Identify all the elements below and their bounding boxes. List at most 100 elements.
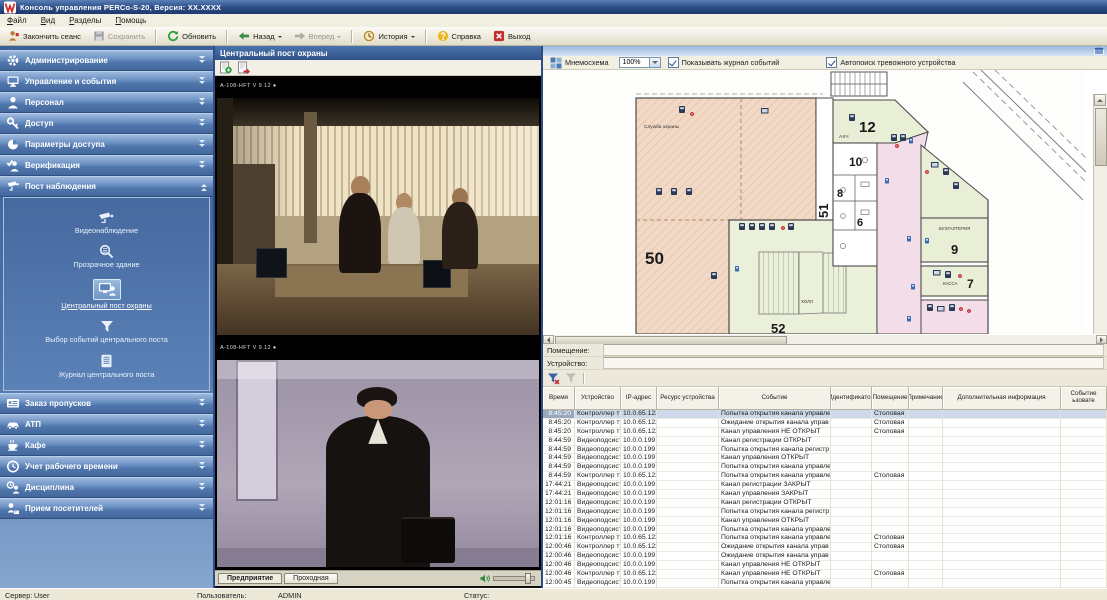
save-button[interactable]: Сохранить — [88, 28, 150, 44]
end-session-button[interactable]: Закончить сеанс — [3, 28, 86, 44]
table-row[interactable]: 8:45:20 Контроллер тур 10.0.65.122 Канал… — [543, 428, 1107, 437]
clear-filter-icon[interactable] — [565, 372, 578, 385]
scroll-up-button[interactable] — [1094, 94, 1106, 106]
sidebar-item-personnel[interactable]: Персонал — [0, 92, 213, 112]
sidebar-item-access-parameters[interactable]: Параметры доступа — [0, 134, 213, 154]
subitem-transparent-building[interactable]: Прозрачное здание — [73, 244, 139, 269]
chevron-double-up-icon — [199, 182, 207, 191]
table-row[interactable]: 12:00:46 Видеоподсистем 10.0.0.199 Ожида… — [543, 552, 1107, 561]
export-record-icon[interactable] — [237, 61, 250, 74]
table-row[interactable]: 8:44:59 Видеоподсистем 10.0.0.199 Попытк… — [543, 446, 1107, 455]
menu-file[interactable]: Файл — [0, 15, 34, 26]
autosearch-checkbox-wrap: Автопоиск тревожного устройства — [826, 57, 955, 68]
history-button[interactable]: История — [358, 28, 419, 44]
table-row[interactable]: 12:00:46 Видеоподсистем 10.0.0.199 Канал… — [543, 561, 1107, 570]
sidebar-item-verification[interactable]: Верификация — [0, 155, 213, 175]
sidebar-item-cafe[interactable]: Кафе — [0, 435, 213, 455]
chevron-double-down-icon — [199, 119, 207, 128]
room-label-hall: ХОЛЛ — [801, 299, 813, 304]
camera-view-corridor[interactable]: A-108-HFT V 9.12 ● — [215, 338, 541, 570]
table-row[interactable]: 8:44:59 Контроллер тур 10.0.65.122 Попыт… — [543, 472, 1107, 481]
sidebar-item-access[interactable]: Доступ — [0, 113, 213, 133]
table-row[interactable]: 8:44:59 Видеоподсистем 10.0.0.199 Канал … — [543, 454, 1107, 463]
mnemoscheme-icon — [550, 57, 562, 69]
col-header-extra-info[interactable]: Дополнительная информация — [943, 387, 1061, 410]
sidebar-item-observation-post[interactable]: Пост наблюдения — [0, 176, 213, 196]
col-header-note[interactable]: Примечание — [909, 387, 943, 410]
menu-help[interactable]: Помощь — [108, 15, 153, 26]
tab-entrance[interactable]: Проходная — [284, 573, 338, 584]
table-row[interactable]: 12:01:16 Видеоподсистем 10.0.0.199 Канал… — [543, 517, 1107, 526]
camera-view-office[interactable]: A-108-HFT V 9.12 ● — [215, 76, 541, 338]
table-row[interactable]: 8:44:59 Видеоподсистем 10.0.0.199 Канал … — [543, 437, 1107, 446]
floor-plan[interactable]: Служба охраны 50 51 12 АХЧ — [543, 70, 1086, 334]
col-header-event[interactable]: Событие — [719, 387, 831, 410]
col-header-user-event[interactable]: Событие ьзовате — [1061, 387, 1107, 410]
zoom-dropdown-arrow[interactable] — [649, 58, 660, 67]
forward-arrow-icon — [294, 30, 306, 42]
open-record-icon[interactable] — [219, 61, 232, 74]
col-header-device[interactable]: Устройство — [575, 387, 621, 410]
table-row[interactable]: 12:00:45 Видеоподсистем 10.0.0.199 Попыт… — [543, 579, 1107, 588]
table-row[interactable]: 12:01:16 Видеоподсистем 10.0.0.199 Канал… — [543, 499, 1107, 508]
table-row[interactable]: 17:44:21 Видеоподсистем 10.0.0.199 Канал… — [543, 481, 1107, 490]
menu-sections[interactable]: Разделы — [62, 15, 108, 26]
tab-enterprise[interactable]: Предприятие — [218, 573, 282, 584]
device-icon[interactable] — [849, 114, 855, 121]
table-row[interactable]: 12:01:16 Видеоподсистем 10.0.0.199 Попыт… — [543, 508, 1107, 517]
history-dropdown-arrow[interactable] — [411, 36, 415, 40]
col-header-room[interactable]: Помещение — [872, 387, 909, 410]
col-header-identifier[interactable]: Идентификатор — [831, 387, 872, 410]
sidebar-item-time-tracking[interactable]: Учет рабочего времени — [0, 456, 213, 476]
chevron-double-down-icon — [199, 483, 207, 492]
table-row[interactable]: 12:01:16 Видеоподсистем 10.0.0.199 Попыт… — [543, 526, 1107, 535]
show-log-checkbox[interactable] — [668, 57, 679, 68]
sidebar-item-management-events[interactable]: Управление и события — [0, 71, 213, 91]
sidebar-item-discipline[interactable]: Дисциплина — [0, 477, 213, 497]
table-row[interactable]: 12:00:46 Контроллер тур 10.0.65.122 Кана… — [543, 570, 1107, 579]
dock-panel-icon[interactable] — [1094, 47, 1104, 55]
autosearch-checkbox[interactable] — [826, 57, 837, 68]
subitem-central-guard-post[interactable]: Центральный пост охраны — [61, 279, 151, 310]
back-dropdown-arrow[interactable] — [278, 36, 282, 40]
document-log-icon — [100, 354, 113, 369]
forward-dropdown-arrow[interactable] — [337, 36, 341, 40]
mnemoscheme-button[interactable]: Мнемосхема — [547, 56, 612, 70]
filter-icon[interactable] — [547, 372, 560, 385]
scroll-right-button[interactable] — [1096, 335, 1107, 344]
forward-button[interactable]: Вперед — [289, 28, 347, 44]
speaker-icon[interactable] — [480, 574, 490, 583]
menu-view[interactable]: Вид — [34, 15, 62, 26]
device-field[interactable] — [603, 357, 1104, 369]
refresh-button[interactable]: Обновить — [162, 28, 221, 44]
server-label: Сервер: — [5, 591, 32, 600]
back-button[interactable]: Назад — [233, 28, 287, 44]
table-row[interactable]: 12:00:46 Контроллер тур 10.0.65.122 Ожид… — [543, 543, 1107, 552]
subitem-video-surveillance[interactable]: Видеонаблюдение — [75, 210, 138, 235]
scrollbar-thumb[interactable] — [1095, 108, 1107, 166]
col-header-resource[interactable]: Ресурс устройства — [657, 387, 719, 410]
map-vertical-scrollbar[interactable] — [1093, 94, 1107, 358]
zoom-select[interactable]: 100% — [619, 57, 661, 68]
volume-slider[interactable] — [493, 576, 535, 581]
col-header-time[interactable]: Время — [543, 387, 575, 410]
table-row[interactable]: 8:45:20 Контроллер тур 10.0.65.122 Ожида… — [543, 419, 1107, 428]
sidebar-item-administration[interactable]: Администрирование — [0, 50, 213, 70]
table-row[interactable]: 12:01:16 Контроллер тур 10.0.65.122 Попы… — [543, 534, 1107, 543]
exit-button[interactable]: Выход — [488, 28, 535, 44]
col-header-ip[interactable]: IP-адрес — [621, 387, 657, 410]
table-row[interactable]: 8:44:59 Видеоподсистем 10.0.0.199 Попытк… — [543, 463, 1107, 472]
table-row[interactable]: 8:45:20 Контроллер тур 10.0.65.122 Попыт… — [543, 410, 1107, 419]
scroll-left-button[interactable] — [543, 335, 554, 344]
sidebar-item-pass-orders[interactable]: Заказ пропусков — [0, 393, 213, 413]
help-button[interactable]: Справка — [432, 28, 486, 44]
id-card-icon — [6, 397, 20, 410]
sidebar-item-visitors[interactable]: Прием посетителей — [0, 498, 213, 518]
sidebar-item-atp[interactable]: АТП — [0, 414, 213, 434]
monitor-person-icon — [93, 279, 121, 300]
volume-slider-thumb[interactable] — [525, 573, 531, 584]
subitem-event-selection[interactable]: Выбор событий центрального поста — [45, 319, 168, 344]
room-field[interactable] — [603, 344, 1104, 356]
table-row[interactable]: 17:44:21 Видеоподсистем 10.0.0.199 Канал… — [543, 490, 1107, 499]
subitem-central-post-log[interactable]: Журнал центрального поста — [58, 354, 154, 379]
